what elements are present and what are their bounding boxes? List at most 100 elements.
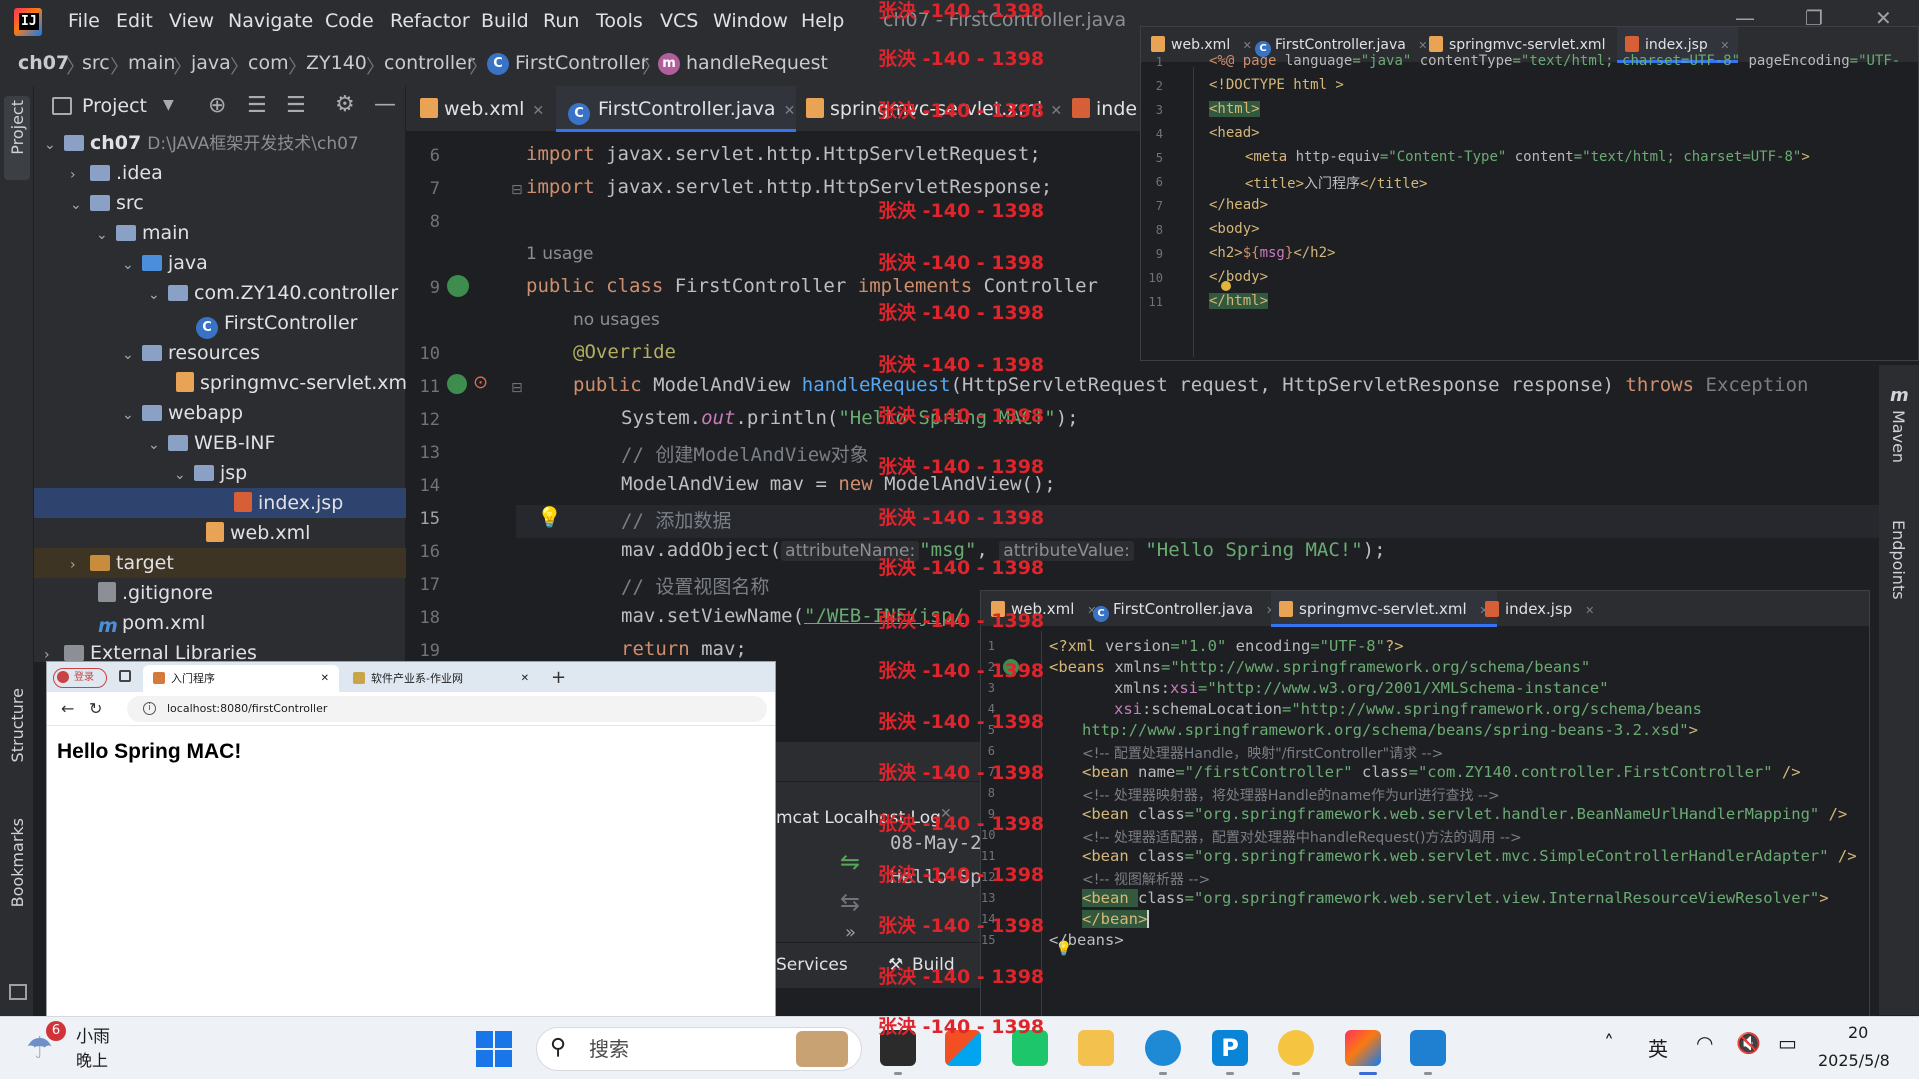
back-icon[interactable]: ← (61, 699, 74, 718)
tree-row-pom[interactable]: m pom.xml (98, 608, 205, 638)
browser-tab-2[interactable]: 软件产业系-作业网 ✕ (343, 665, 539, 692)
endpoints-tool-label[interactable]: Endpoints (1889, 520, 1908, 600)
crumb-main[interactable]: main (128, 52, 175, 74)
menu-help[interactable]: Help (801, 10, 844, 32)
gear-icon[interactable]: ⚙ (335, 92, 355, 117)
menu-edit[interactable]: Edit (116, 10, 153, 32)
spring-bean-icon[interactable] (447, 374, 467, 394)
clock-date[interactable]: 2025/5/8 (1818, 1051, 1890, 1070)
menu-vcs[interactable]: VCS (660, 10, 698, 32)
pycharm-app-icon[interactable]: P (1212, 1030, 1248, 1066)
menu-view[interactable]: View (169, 10, 214, 32)
tree-row-webapp[interactable]: ⌄ webapp (122, 398, 243, 428)
more-icon[interactable]: » (845, 922, 856, 943)
hide-panel-icon[interactable]: — (374, 92, 396, 117)
expand-all-icon[interactable]: ☰ (247, 93, 267, 118)
close-tab-icon[interactable]: ✕ (1720, 39, 1729, 52)
file-explorer-icon[interactable] (1078, 1030, 1114, 1066)
info-icon[interactable]: i (143, 702, 156, 715)
tab-index-jsp[interactable]: index.jsp ✕ (1485, 591, 1594, 627)
tab-web-xml[interactable]: web.xml ✕ (420, 86, 550, 132)
crumb-class[interactable]: FirstController (515, 52, 648, 74)
fold-icon[interactable]: ⊟ (511, 380, 523, 396)
tree-row-indexjsp[interactable]: index.jsp (34, 488, 406, 518)
browser-tab-active[interactable]: 入门程序 ✕ (143, 665, 339, 692)
close-tab-icon[interactable]: ✕ (321, 665, 329, 692)
menu-refactor[interactable]: Refactor (390, 10, 470, 32)
tree-row-firstcontroller[interactable]: C FirstController (196, 308, 357, 339)
new-tab-button[interactable]: + (551, 667, 566, 688)
tab-firstcontroller[interactable]: CFirstController.java ✕ (1093, 591, 1275, 627)
project-panel-title[interactable]: Project (82, 95, 147, 117)
tree-row-root[interactable]: ⌄ ch07 D:\JAVA框架开发技术\ch07 (44, 128, 359, 158)
tree-row-src[interactable]: ⌄ src (70, 188, 144, 218)
edge-browser-icon[interactable] (1145, 1030, 1181, 1066)
wifi-icon[interactable]: ◠ (1696, 1031, 1713, 1055)
clock-time[interactable]: 20 (1848, 1023, 1868, 1042)
close-tab-icon[interactable]: ✕ (1243, 39, 1252, 52)
tree-row-main[interactable]: ⌄ main (96, 218, 189, 248)
tree-row-java[interactable]: ⌄ java (122, 248, 208, 278)
close-tab-icon[interactable]: ✕ (784, 103, 796, 119)
weather-time[interactable]: 晚上 (76, 1047, 108, 1071)
crumb-method[interactable]: handleRequest (686, 52, 828, 74)
tree-row-jsp[interactable]: ⌄ jsp (174, 458, 247, 488)
bookmarks-tool-label[interactable]: Bookmarks (8, 818, 27, 907)
crumb-project[interactable]: ch07 (18, 52, 69, 74)
menu-file[interactable]: File (68, 10, 100, 32)
tab-index-jsp[interactable]: inde (1072, 86, 1140, 132)
menu-build[interactable]: Build (481, 10, 529, 32)
menu-navigate[interactable]: Navigate (228, 10, 313, 32)
close-tab-icon[interactable]: ✕ (1418, 39, 1427, 52)
close-tab-icon[interactable]: ✕ (1585, 604, 1594, 617)
weather-condition[interactable]: 小雨 (76, 1022, 110, 1047)
intellij-app-icon[interactable] (1345, 1030, 1381, 1066)
spring-bean-icon[interactable] (447, 275, 469, 297)
fold-icon[interactable]: ⊟ (511, 182, 523, 198)
services-tool-button[interactable]: Services (776, 955, 848, 975)
tree-row-webxml[interactable]: web.xml (206, 518, 310, 548)
battery-icon[interactable]: ▭ (1778, 1031, 1797, 1055)
address-bar[interactable]: localhost:8080/firstController (127, 696, 767, 722)
menu-run[interactable]: Run (543, 10, 579, 32)
usage-hint[interactable]: no usages (573, 310, 660, 330)
crumb-zy140[interactable]: ZY140 (306, 52, 367, 74)
jsp-editor-window[interactable]: web.xml ✕ C FirstController.java ✕ spring… (1140, 26, 1919, 361)
tree-row-springmvc[interactable]: springmvc-servlet.xml (176, 368, 412, 398)
tree-row-webinf[interactable]: ⌄ WEB-INF (148, 428, 275, 458)
collapse-all-icon[interactable]: ☰ (286, 93, 306, 118)
windows-start-icon[interactable] (476, 1031, 512, 1067)
browser-window[interactable]: 登录 入门程序 ✕ 软件产业系-作业网 ✕ + ← ↻ localhost:8080… (46, 661, 776, 1017)
tree-row-package[interactable]: ⌄ com.ZY140.controller (148, 278, 398, 308)
crumb-com[interactable]: com (248, 52, 289, 74)
menu-window[interactable]: Window (713, 10, 788, 32)
tab-firstcontroller[interactable]: C FirstController.java ✕ (556, 86, 796, 132)
crumb-controller[interactable]: controller (384, 52, 475, 74)
crumb-src[interactable]: src (82, 52, 110, 74)
swap-icon[interactable]: ⇆ (840, 888, 860, 916)
structure-tool-label[interactable]: Structure (8, 688, 27, 762)
mute-icon[interactable]: 🔇 (1736, 1031, 1761, 1055)
lightbulb-icon[interactable]: 💡 (537, 505, 562, 529)
menu-tools[interactable]: Tools (596, 10, 643, 32)
close-tab-icon[interactable]: ✕ (521, 665, 529, 692)
tree-row-gitignore[interactable]: .gitignore (98, 578, 213, 608)
close-tab-icon[interactable]: ✕ (1050, 103, 1062, 119)
override-icon[interactable]: ⊙ (473, 372, 488, 393)
rerun-icon[interactable]: ⇋ (840, 848, 860, 876)
menu-code[interactable]: Code (325, 10, 374, 32)
tree-row-target[interactable]: › target (34, 548, 406, 578)
chrome-app-icon[interactable] (1278, 1030, 1314, 1066)
tab-springmvc-xml[interactable]: springmvc-servlet.xml ✕ (1271, 591, 1497, 627)
layout-icon[interactable] (9, 984, 27, 1000)
crumb-java[interactable]: java (191, 52, 231, 74)
chevron-down-icon[interactable]: ▼ (163, 97, 174, 113)
tree-row-resources[interactable]: ⌄ resources (122, 338, 260, 368)
usage-hint[interactable]: 1 usage (526, 244, 594, 264)
locate-icon[interactable]: ⊕ (208, 93, 226, 118)
xml-editor-window[interactable]: web.xml ✕ CFirstController.java ✕ spring… (980, 590, 1870, 1042)
close-tab-icon[interactable]: ✕ (532, 103, 544, 119)
tree-row-idea[interactable]: › .idea (70, 158, 163, 188)
maven-tool-label[interactable]: Maven (1889, 410, 1908, 463)
chevron-up-icon[interactable]: ˄ (1604, 1031, 1614, 1055)
